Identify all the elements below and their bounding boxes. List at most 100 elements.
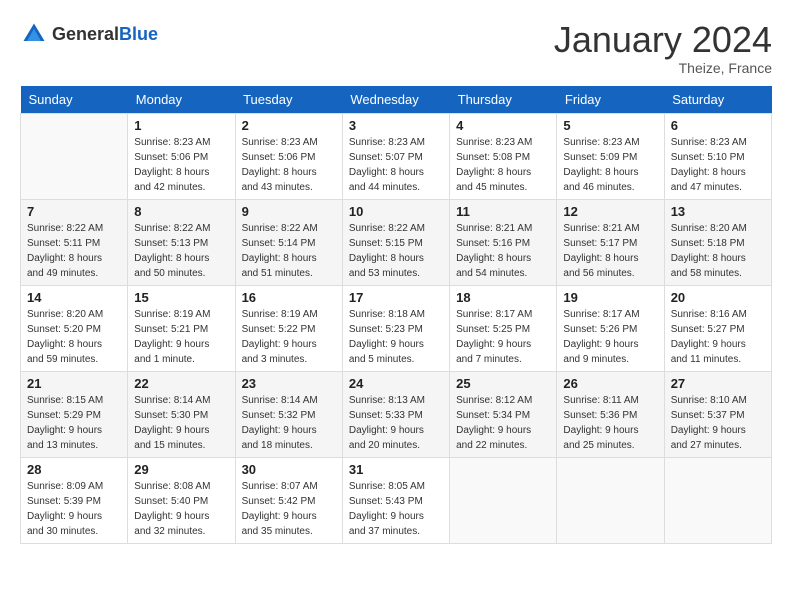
day-number: 26 xyxy=(563,376,657,391)
day-number: 24 xyxy=(349,376,443,391)
calendar-cell: 7Sunrise: 8:22 AM Sunset: 5:11 PM Daylig… xyxy=(21,199,128,285)
day-info: Sunrise: 8:13 AM Sunset: 5:33 PM Dayligh… xyxy=(349,393,443,453)
day-info: Sunrise: 8:20 AM Sunset: 5:20 PM Dayligh… xyxy=(27,307,121,367)
week-row-1: 1 Sunrise: 8:23 AM Sunset: 5:06 PM Daylig… xyxy=(21,113,772,199)
day-info: Sunrise: 8:16 AM Sunset: 5:27 PM Dayligh… xyxy=(671,307,765,367)
day-info: Sunrise: 8:18 AM Sunset: 5:23 PM Dayligh… xyxy=(349,307,443,367)
calendar-cell: 21 Sunrise: 8:15 AM Sunset: 5:29 PM Dayli… xyxy=(21,371,128,457)
title-area: January 2024 Theize, France xyxy=(554,20,772,76)
calendar-cell: 15 Sunrise: 8:19 AM Sunset: 5:21 PM Dayli… xyxy=(128,285,235,371)
day-info: Sunrise: 8:20 AM Sunset: 5:18 PM Dayligh… xyxy=(671,221,765,281)
month-title: January 2024 xyxy=(554,20,772,60)
calendar-cell: 26 Sunrise: 8:11 AM Sunset: 5:36 PM Dayli… xyxy=(557,371,664,457)
day-info: Sunrise: 8:23 AM Sunset: 5:06 PM Dayligh… xyxy=(134,135,228,195)
calendar-cell: 29Sunrise: 8:08 AM Sunset: 5:40 PM Dayli… xyxy=(128,457,235,543)
calendar-cell xyxy=(557,457,664,543)
day-number: 1 xyxy=(134,118,228,133)
day-header-sunday: Sunday xyxy=(21,86,128,114)
header-row: SundayMondayTuesdayWednesdayThursdayFrid… xyxy=(21,86,772,114)
calendar-cell: 8Sunrise: 8:22 AM Sunset: 5:13 PM Daylig… xyxy=(128,199,235,285)
day-number: 5 xyxy=(563,118,657,133)
logo-icon xyxy=(20,20,48,48)
week-row-5: 28 Sunrise: 8:09 AM Sunset: 5:39 PM Dayli… xyxy=(21,457,772,543)
calendar-cell: 27Sunrise: 8:10 AM Sunset: 5:37 PM Dayli… xyxy=(664,371,771,457)
calendar-cell: 9 Sunrise: 8:22 AM Sunset: 5:14 PM Daylig… xyxy=(235,199,342,285)
day-info: Sunrise: 8:14 AM Sunset: 5:32 PM Dayligh… xyxy=(242,393,336,453)
calendar-cell: 20Sunrise: 8:16 AM Sunset: 5:27 PM Dayli… xyxy=(664,285,771,371)
day-info: Sunrise: 8:22 AM Sunset: 5:14 PM Dayligh… xyxy=(242,221,336,281)
calendar-cell xyxy=(21,113,128,199)
calendar-cell: 18 Sunrise: 8:17 AM Sunset: 5:25 PM Dayli… xyxy=(450,285,557,371)
day-number: 12 xyxy=(563,204,657,219)
day-number: 25 xyxy=(456,376,550,391)
week-row-4: 21 Sunrise: 8:15 AM Sunset: 5:29 PM Dayli… xyxy=(21,371,772,457)
calendar-cell: 5 Sunrise: 8:23 AM Sunset: 5:09 PM Daylig… xyxy=(557,113,664,199)
day-info: Sunrise: 8:19 AM Sunset: 5:21 PM Dayligh… xyxy=(134,307,228,367)
day-number: 7 xyxy=(27,204,121,219)
calendar-cell: 11 Sunrise: 8:21 AM Sunset: 5:16 PM Dayli… xyxy=(450,199,557,285)
day-info: Sunrise: 8:07 AM Sunset: 5:42 PM Dayligh… xyxy=(242,479,336,539)
logo-general-text: General xyxy=(52,24,119,44)
calendar-cell: 16 Sunrise: 8:19 AM Sunset: 5:22 PM Dayli… xyxy=(235,285,342,371)
day-header-thursday: Thursday xyxy=(450,86,557,114)
day-number: 23 xyxy=(242,376,336,391)
calendar-cell: 12 Sunrise: 8:21 AM Sunset: 5:17 PM Dayli… xyxy=(557,199,664,285)
day-info: Sunrise: 8:21 AM Sunset: 5:16 PM Dayligh… xyxy=(456,221,550,281)
day-info: Sunrise: 8:05 AM Sunset: 5:43 PM Dayligh… xyxy=(349,479,443,539)
day-number: 8 xyxy=(134,204,228,219)
calendar-cell: 24 Sunrise: 8:13 AM Sunset: 5:33 PM Dayli… xyxy=(342,371,449,457)
day-header-wednesday: Wednesday xyxy=(342,86,449,114)
calendar-cell xyxy=(450,457,557,543)
day-info: Sunrise: 8:21 AM Sunset: 5:17 PM Dayligh… xyxy=(563,221,657,281)
day-info: Sunrise: 8:15 AM Sunset: 5:29 PM Dayligh… xyxy=(27,393,121,453)
calendar-cell: 22Sunrise: 8:14 AM Sunset: 5:30 PM Dayli… xyxy=(128,371,235,457)
day-info: Sunrise: 8:23 AM Sunset: 5:09 PM Dayligh… xyxy=(563,135,657,195)
week-row-3: 14 Sunrise: 8:20 AM Sunset: 5:20 PM Dayli… xyxy=(21,285,772,371)
logo: GeneralBlue xyxy=(20,20,158,48)
calendar-table: SundayMondayTuesdayWednesdayThursdayFrid… xyxy=(20,86,772,544)
day-number: 15 xyxy=(134,290,228,305)
day-number: 16 xyxy=(242,290,336,305)
calendar-cell: 4 Sunrise: 8:23 AM Sunset: 5:08 PM Daylig… xyxy=(450,113,557,199)
calendar-cell: 6 Sunrise: 8:23 AM Sunset: 5:10 PM Daylig… xyxy=(664,113,771,199)
calendar-cell: 13Sunrise: 8:20 AM Sunset: 5:18 PM Dayli… xyxy=(664,199,771,285)
day-header-tuesday: Tuesday xyxy=(235,86,342,114)
calendar-cell: 30 Sunrise: 8:07 AM Sunset: 5:42 PM Dayli… xyxy=(235,457,342,543)
day-number: 4 xyxy=(456,118,550,133)
day-number: 9 xyxy=(242,204,336,219)
day-number: 14 xyxy=(27,290,121,305)
day-info: Sunrise: 8:11 AM Sunset: 5:36 PM Dayligh… xyxy=(563,393,657,453)
day-info: Sunrise: 8:23 AM Sunset: 5:10 PM Dayligh… xyxy=(671,135,765,195)
calendar-cell: 3Sunrise: 8:23 AM Sunset: 5:07 PM Daylig… xyxy=(342,113,449,199)
calendar-cell: 10Sunrise: 8:22 AM Sunset: 5:15 PM Dayli… xyxy=(342,199,449,285)
day-number: 19 xyxy=(563,290,657,305)
day-info: Sunrise: 8:09 AM Sunset: 5:39 PM Dayligh… xyxy=(27,479,121,539)
page-header: GeneralBlue January 2024 Theize, France xyxy=(20,20,772,76)
day-number: 11 xyxy=(456,204,550,219)
calendar-cell: 25 Sunrise: 8:12 AM Sunset: 5:34 PM Dayli… xyxy=(450,371,557,457)
day-number: 30 xyxy=(242,462,336,477)
calendar-cell: 28 Sunrise: 8:09 AM Sunset: 5:39 PM Dayli… xyxy=(21,457,128,543)
day-header-monday: Monday xyxy=(128,86,235,114)
day-info: Sunrise: 8:08 AM Sunset: 5:40 PM Dayligh… xyxy=(134,479,228,539)
day-info: Sunrise: 8:12 AM Sunset: 5:34 PM Dayligh… xyxy=(456,393,550,453)
day-number: 2 xyxy=(242,118,336,133)
day-header-friday: Friday xyxy=(557,86,664,114)
week-row-2: 7Sunrise: 8:22 AM Sunset: 5:11 PM Daylig… xyxy=(21,199,772,285)
day-number: 6 xyxy=(671,118,765,133)
day-info: Sunrise: 8:19 AM Sunset: 5:22 PM Dayligh… xyxy=(242,307,336,367)
day-number: 28 xyxy=(27,462,121,477)
day-number: 31 xyxy=(349,462,443,477)
day-number: 21 xyxy=(27,376,121,391)
logo-blue-text: Blue xyxy=(119,24,158,44)
day-info: Sunrise: 8:23 AM Sunset: 5:07 PM Dayligh… xyxy=(349,135,443,195)
day-number: 18 xyxy=(456,290,550,305)
day-info: Sunrise: 8:17 AM Sunset: 5:25 PM Dayligh… xyxy=(456,307,550,367)
day-info: Sunrise: 8:23 AM Sunset: 5:08 PM Dayligh… xyxy=(456,135,550,195)
day-info: Sunrise: 8:10 AM Sunset: 5:37 PM Dayligh… xyxy=(671,393,765,453)
calendar-cell: 1 Sunrise: 8:23 AM Sunset: 5:06 PM Daylig… xyxy=(128,113,235,199)
calendar-cell: 14 Sunrise: 8:20 AM Sunset: 5:20 PM Dayli… xyxy=(21,285,128,371)
day-header-saturday: Saturday xyxy=(664,86,771,114)
calendar-cell: 23 Sunrise: 8:14 AM Sunset: 5:32 PM Dayli… xyxy=(235,371,342,457)
location-text: Theize, France xyxy=(554,60,772,76)
